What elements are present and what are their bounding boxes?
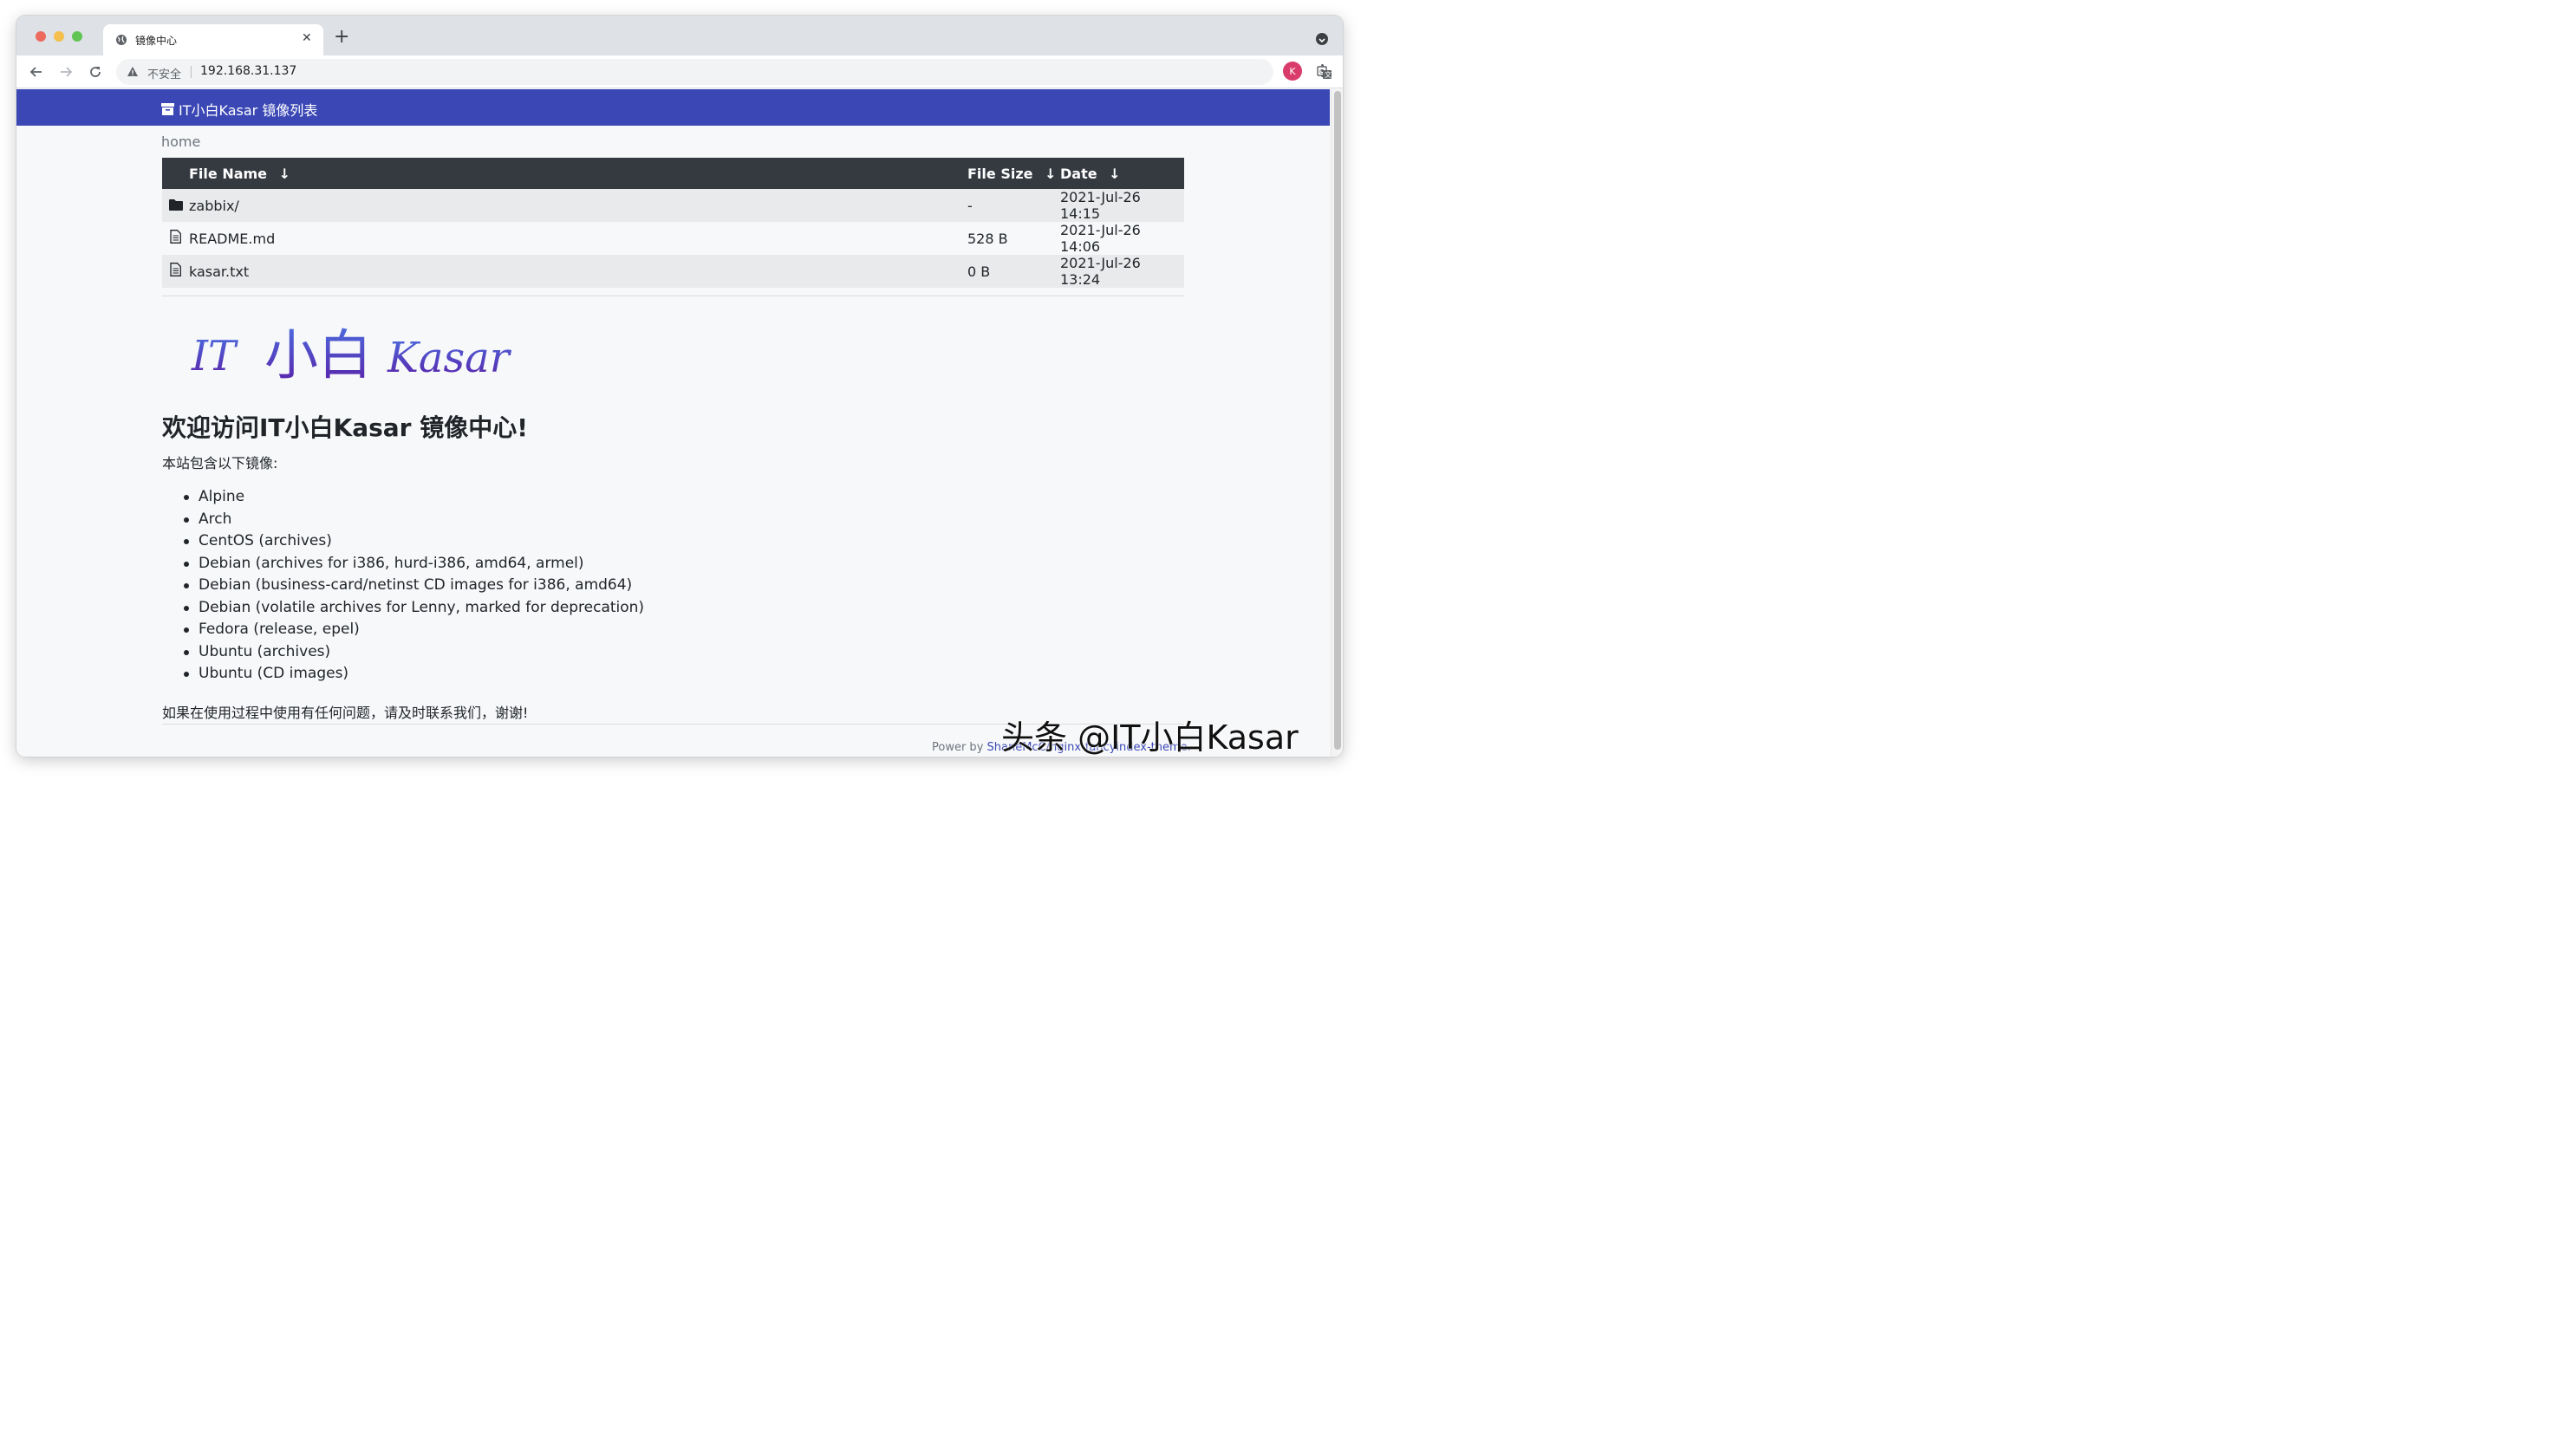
back-button[interactable]	[27, 62, 46, 81]
mirror-list: Alpine Arch CentOS (archives) Debian (ar…	[183, 486, 644, 686]
globe-icon	[116, 35, 127, 45]
list-item: Ubuntu (archives)	[183, 641, 644, 664]
archive-icon	[161, 103, 174, 115]
arrow-left-icon	[29, 67, 42, 77]
readme-title: 欢迎访问IT小白Kasar 镜像中心!	[162, 413, 528, 442]
sort-arrow-icon: ↓	[1109, 165, 1121, 182]
minimize-window-button[interactable]	[54, 31, 64, 42]
list-item: Debian (volatile archives for Lenny, mar…	[183, 597, 644, 620]
reload-icon	[90, 67, 101, 77]
divider	[191, 66, 192, 78]
warning-icon[interactable]	[127, 66, 139, 77]
file-icon	[170, 263, 181, 276]
footer-prefix: Power by	[932, 741, 987, 754]
table-row[interactable]: zabbix/ - 2021-Jul-26 14:15	[162, 189, 1184, 222]
list-item: Alpine	[183, 486, 644, 509]
file-date: 2021-Jul-26 14:06	[1060, 222, 1141, 255]
file-table: File Name ↓ File Size ↓ Date ↓ zabbix/ -…	[162, 158, 1184, 288]
file-name-link[interactable]: kasar.txt	[189, 255, 967, 288]
forward-button[interactable]	[56, 62, 75, 81]
browser-window: 镜像中心 ✕ + 不安全 192.168.31.137 文G ☆ K	[16, 16, 1343, 757]
list-item: Ubuntu (CD images)	[183, 663, 644, 686]
folder-icon	[168, 198, 183, 211]
list-item: Debian (business-card/netinst CD images …	[183, 575, 644, 597]
file-icon	[170, 230, 181, 244]
url-text[interactable]: 192.168.31.137	[200, 64, 296, 78]
tab-strip: 镜像中心 ✕ +	[16, 16, 1343, 55]
logo-text-cn: 小白	[264, 323, 372, 387]
watermark: 头条 @IT小白Kasar	[1001, 718, 1299, 757]
brand-title[interactable]: IT小白Kasar 镜像列表	[161, 99, 317, 120]
new-tab-button[interactable]: +	[334, 28, 349, 47]
more-menu-icon[interactable]	[1316, 62, 1328, 80]
col-file-size[interactable]: File Size ↓	[967, 158, 1060, 189]
file-size: 528 B	[967, 230, 1008, 247]
table-row[interactable]: README.md 528 B 2021-Jul-26 14:06	[162, 222, 1184, 255]
list-item: Fedora (release, epel)	[183, 619, 644, 641]
chevron-down-icon[interactable]	[1316, 33, 1328, 45]
list-item: Debian (archives for i386, hurd-i386, am…	[183, 553, 644, 575]
readme-intro: 本站包含以下镜像:	[162, 455, 278, 471]
col-date-label: Date	[1060, 165, 1097, 182]
arrow-right-icon	[61, 67, 73, 77]
file-size: -	[967, 197, 973, 214]
tab-active[interactable]: 镜像中心 ✕	[103, 24, 323, 55]
sort-arrow-icon: ↓	[278, 165, 291, 182]
scrollbar-thumb[interactable]	[1334, 91, 1341, 750]
col-file-name-label: File Name	[189, 165, 268, 182]
file-name-link[interactable]: zabbix/	[189, 189, 967, 222]
file-size: 0 B	[967, 263, 991, 280]
tab-title: 镜像中心	[135, 35, 178, 47]
logo-text-it: IT	[191, 332, 238, 380]
table-row[interactable]: kasar.txt 0 B 2021-Jul-26 13:24	[162, 255, 1184, 288]
maximize-window-button[interactable]	[72, 31, 82, 42]
address-bar[interactable]: 不安全 192.168.31.137 文G ☆	[116, 59, 1332, 85]
security-label[interactable]: 不安全	[147, 65, 181, 81]
site-header: IT小白Kasar 镜像列表	[16, 89, 1330, 126]
reload-button[interactable]	[86, 62, 105, 81]
list-item: CentOS (archives)	[183, 530, 644, 553]
close-window-button[interactable]	[36, 31, 46, 42]
site-logo: IT 小白 Kasar	[191, 323, 512, 387]
breadcrumb: home	[161, 133, 201, 150]
sort-arrow-icon: ↓	[1045, 165, 1057, 182]
browser-toolbar: 不安全 192.168.31.137 文G ☆ K	[16, 55, 1343, 88]
col-date[interactable]: Date ↓	[1060, 158, 1184, 189]
page-content: IT小白Kasar 镜像列表 home File Name ↓ File Siz…	[16, 89, 1343, 757]
tab-close-icon[interactable]: ✕	[302, 31, 312, 45]
scrollbar[interactable]	[1331, 89, 1343, 757]
readme-closing: 如果在使用过程中使用有任何问题，请及时联系我们，谢谢!	[162, 705, 529, 721]
logo-text-kasar: Kasar	[387, 334, 512, 382]
brand-label: IT小白Kasar 镜像列表	[179, 102, 318, 119]
avatar[interactable]: K	[1283, 62, 1302, 81]
file-date: 2021-Jul-26 13:24	[1060, 255, 1141, 288]
col-file-size-label: File Size	[967, 165, 1033, 182]
list-item: Arch	[183, 509, 644, 531]
table-header-row: File Name ↓ File Size ↓ Date ↓	[162, 158, 1184, 189]
file-name-link[interactable]: README.md	[189, 222, 967, 255]
col-file-name[interactable]: File Name ↓	[189, 158, 967, 189]
file-date: 2021-Jul-26 14:15	[1060, 189, 1141, 222]
